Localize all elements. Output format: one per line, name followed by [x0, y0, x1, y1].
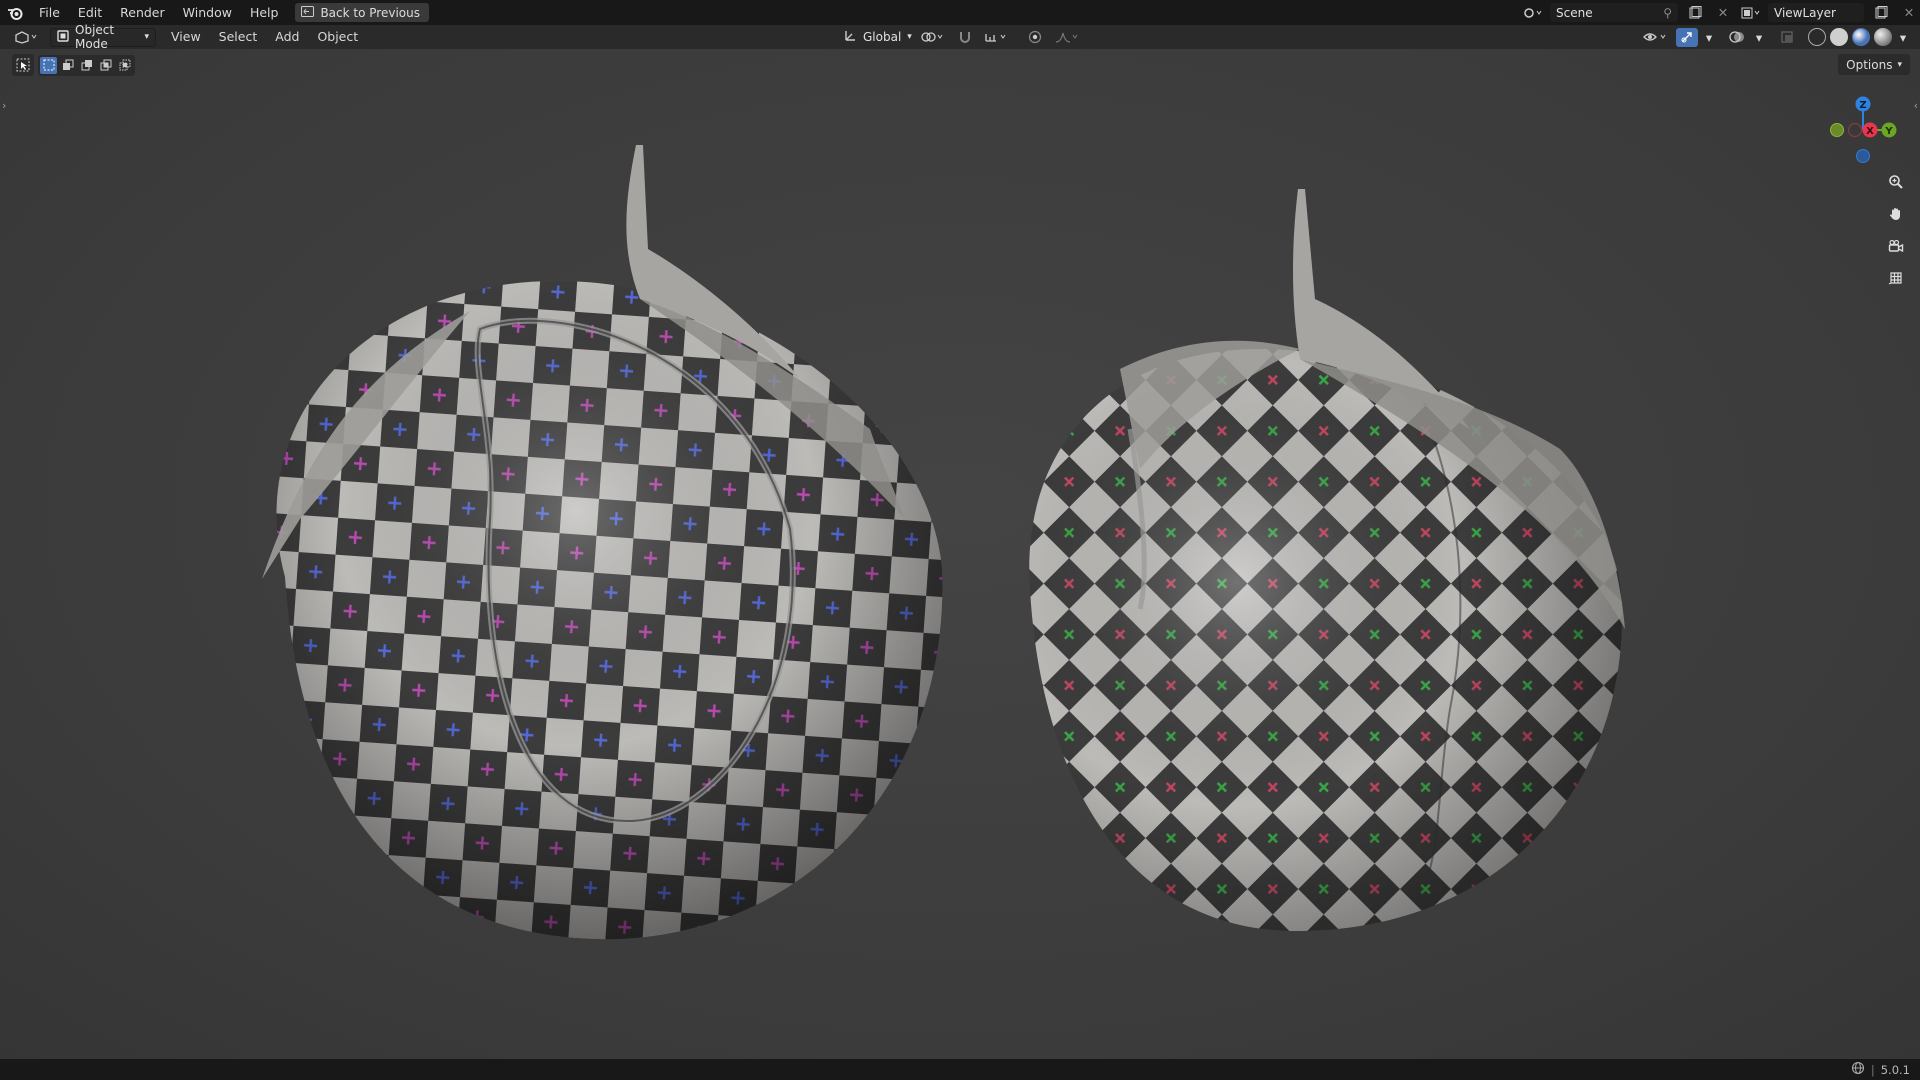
object-mode-label: Object Mode [75, 23, 115, 51]
orientation-label: Global [863, 30, 902, 44]
viewport-display-tools: ▾ ▾ ▾ [1640, 25, 1910, 49]
object-mode-icon [57, 29, 69, 45]
status-divider: | [1870, 1062, 1875, 1077]
orientation-dropdown[interactable]: Global ▾ [838, 28, 912, 47]
scene-name: Scene [1556, 5, 1593, 20]
pivot-point-icon[interactable] [918, 28, 948, 47]
overlay-toggle-icon[interactable] [1726, 28, 1748, 47]
status-bar: | 5.0.1 [0, 1059, 1920, 1080]
xray-toggle-icon[interactable] [1776, 28, 1798, 47]
chevron-down-icon: ▾ [144, 32, 149, 42]
new-scene-icon[interactable] [1684, 3, 1706, 22]
3d-viewport[interactable]: › ‹ Options ▾ Z X Y [0, 49, 1920, 1059]
scene-browse-icon[interactable] [1522, 3, 1544, 22]
back-icon [301, 5, 315, 20]
chevron-down-icon: ▾ [907, 32, 912, 42]
solid-shading-icon[interactable] [1830, 28, 1848, 46]
gizmo-toggle-icon[interactable] [1676, 27, 1698, 47]
menu-add[interactable]: Add [266, 25, 308, 49]
menu-view[interactable]: View [162, 25, 210, 49]
overlay-dropdown-icon[interactable]: ▾ [1752, 28, 1766, 47]
snap-target-icon[interactable] [982, 28, 1012, 47]
menu-help[interactable]: Help [241, 0, 288, 25]
rendered-shading-icon[interactable] [1874, 28, 1892, 46]
menu-window[interactable]: Window [174, 0, 241, 25]
right-mesh-object[interactable] [1029, 189, 1625, 932]
top-bar: File Edit Render Window Help Back to Pre… [0, 0, 1920, 25]
menu-file[interactable]: File [30, 0, 69, 25]
gizmo-dropdown-icon[interactable]: ▾ [1702, 28, 1716, 47]
view-layer-browse-icon[interactable] [1740, 3, 1762, 22]
viewport-header: Object Mode ▾ View Select Add Object Glo… [0, 23, 1920, 51]
orientation-icon [844, 29, 857, 45]
object-mode-dropdown[interactable]: Object Mode ▾ [50, 23, 156, 51]
wireframe-shading-icon[interactable] [1808, 28, 1826, 46]
scene-field[interactable]: Scene ⚲ [1550, 3, 1678, 22]
3d-viewport-icon[interactable] [10, 28, 42, 47]
menu-object[interactable]: Object [308, 25, 367, 49]
top-right-controls: Scene ⚲ ✕ ViewLayer ✕ [1522, 0, 1920, 25]
network-icon[interactable] [1851, 1061, 1865, 1078]
back-to-previous-label: Back to Previous [320, 5, 420, 20]
view-layer-field[interactable]: ViewLayer [1768, 3, 1864, 22]
scene-render [262, 145, 1625, 940]
left-mesh-object[interactable] [262, 145, 943, 940]
proportional-edit-icon[interactable] [1024, 28, 1046, 47]
remove-scene-icon[interactable]: ✕ [1712, 3, 1734, 22]
material-preview-shading-icon[interactable] [1852, 28, 1870, 46]
visibility-icon[interactable] [1640, 28, 1672, 47]
blender-logo-icon[interactable] [0, 0, 30, 25]
snap-icon[interactable] [954, 28, 976, 47]
version-label: 5.0.1 [1880, 1062, 1910, 1077]
menu-select[interactable]: Select [210, 25, 267, 49]
shading-dropdown-icon[interactable]: ▾ [1896, 28, 1910, 47]
transform-tools: Global ▾ [838, 25, 1082, 49]
pin-icon[interactable]: ⚲ [1663, 6, 1672, 20]
menu-edit[interactable]: Edit [69, 0, 111, 25]
back-to-previous-button[interactable]: Back to Previous [295, 3, 429, 22]
new-view-layer-icon[interactable] [1870, 3, 1892, 22]
menu-render[interactable]: Render [111, 0, 174, 25]
remove-view-layer-icon[interactable]: ✕ [1898, 3, 1920, 22]
falloff-icon[interactable] [1052, 28, 1082, 47]
view-layer-name: ViewLayer [1774, 5, 1836, 20]
